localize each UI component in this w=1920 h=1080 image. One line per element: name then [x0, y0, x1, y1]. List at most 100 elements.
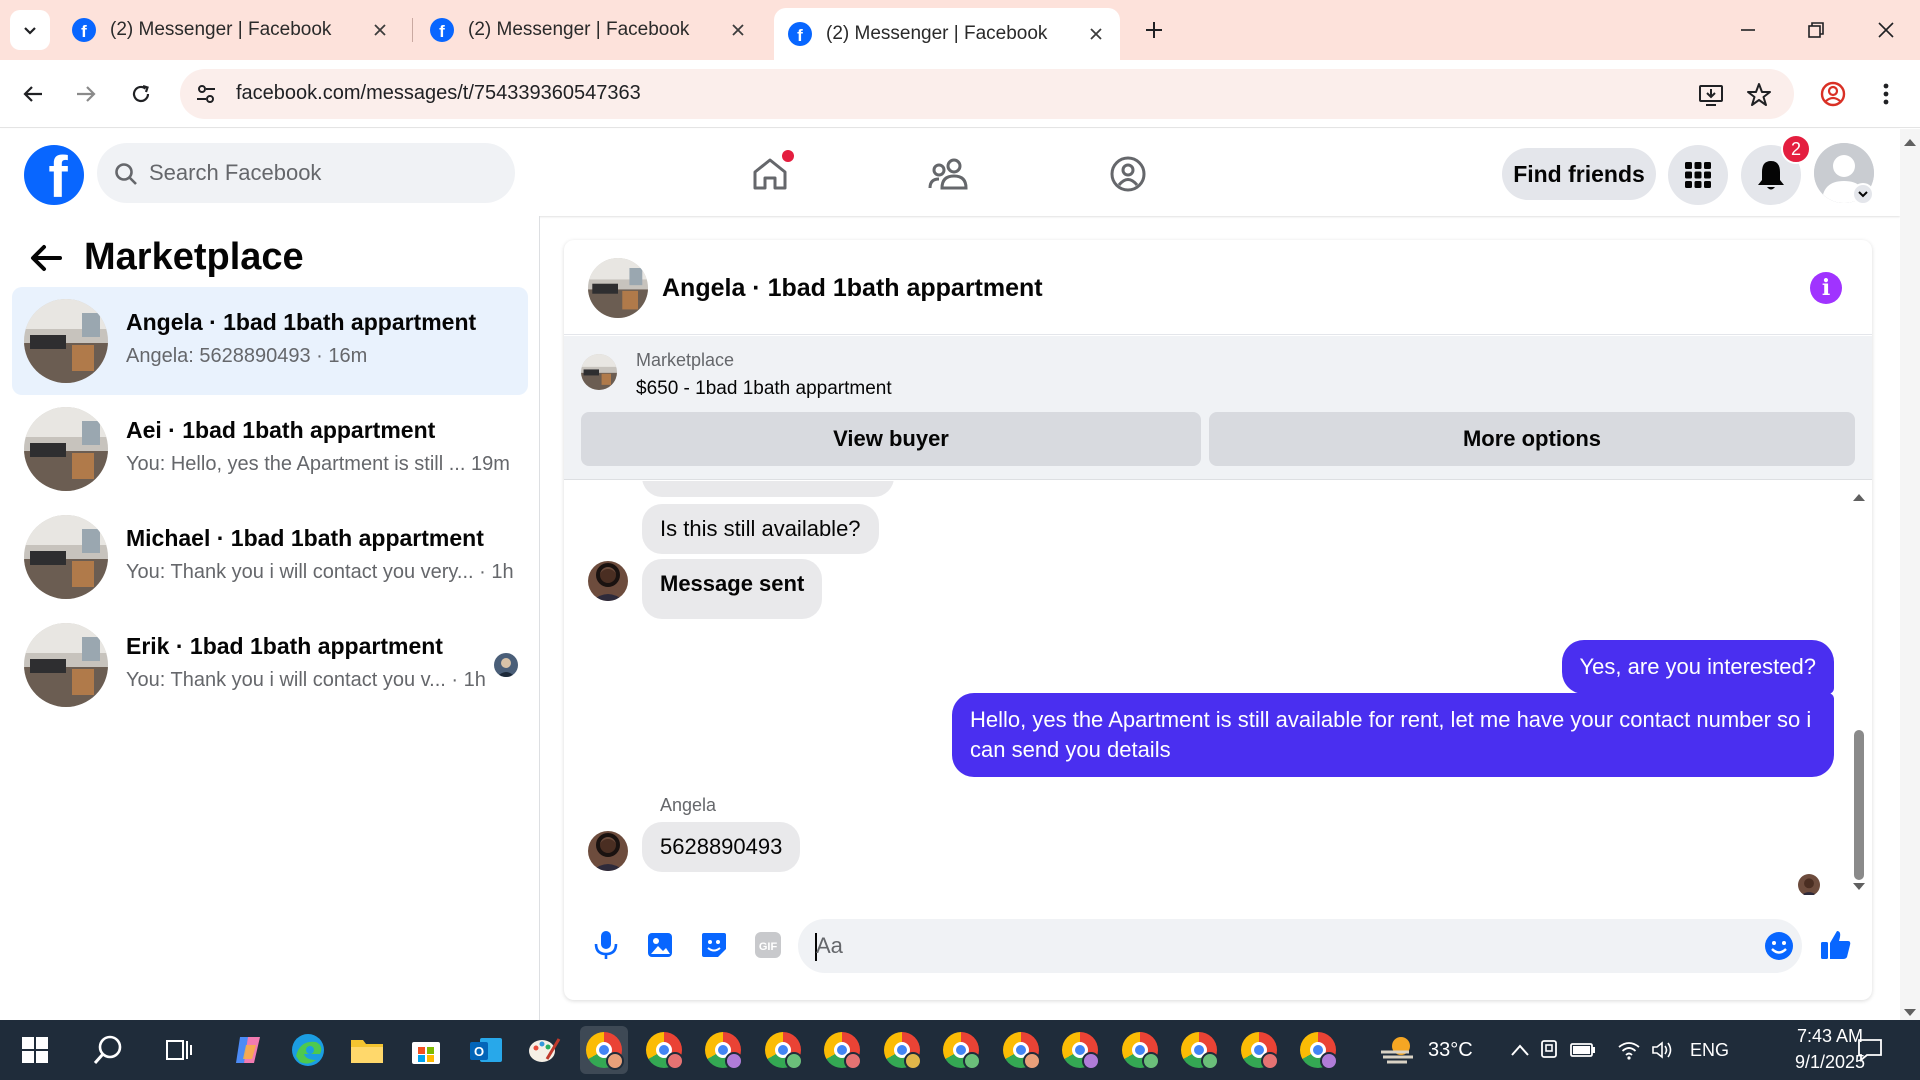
wifi-icon[interactable] [1612, 1026, 1646, 1074]
emoji-button[interactable] [1764, 931, 1794, 961]
tab-title: (2) Messenger | Facebook [468, 19, 690, 40]
more-options-button[interactable]: More options [1209, 412, 1855, 466]
browser-menu-icon[interactable] [1868, 76, 1904, 112]
conversation-info-icon[interactable]: i [1810, 272, 1842, 304]
chrome-taskbar-item-4[interactable] [759, 1026, 807, 1074]
outlook-app[interactable]: O [462, 1026, 510, 1074]
site-settings-icon[interactable] [194, 82, 218, 106]
chrome-taskbar-item-12[interactable] [1235, 1026, 1283, 1074]
browser-tab-1[interactable]: f (2) Messenger | Facebook [58, 8, 404, 52]
groups-icon [1110, 156, 1146, 192]
message-input[interactable] [816, 931, 1716, 961]
chrome-taskbar-item-9[interactable] [1056, 1026, 1104, 1074]
back-button[interactable] [15, 76, 51, 112]
close-window-button[interactable] [1866, 12, 1906, 48]
taskbar-search-button[interactable] [84, 1026, 132, 1074]
conversation-preview: Angela: 5628890493 · 16m [126, 345, 368, 367]
copilot-app[interactable] [225, 1026, 273, 1074]
meet-now-icon[interactable] [1532, 1026, 1566, 1074]
voice-clip-button[interactable] [588, 927, 624, 963]
gif-button[interactable]: GIF [750, 927, 786, 963]
friends-icon [928, 158, 968, 190]
tab-search-button[interactable] [10, 10, 50, 50]
chrome-taskbar-item-1[interactable] [580, 1026, 628, 1074]
sticker-icon [702, 933, 726, 957]
attach-photo-button[interactable] [642, 927, 678, 963]
back-button[interactable] [24, 236, 68, 280]
browser-tab-2[interactable]: f (2) Messenger | Facebook [416, 8, 762, 52]
input-language-indicator[interactable]: ENG [1690, 1040, 1729, 1061]
page-scrollbar[interactable] [1900, 129, 1920, 1020]
chrome-taskbar-item-6[interactable] [878, 1026, 926, 1074]
conversation-name: Aei · 1bad 1bath appartment [126, 417, 436, 443]
start-button[interactable] [11, 1026, 59, 1074]
forward-button[interactable] [68, 76, 104, 112]
sticker-button[interactable] [696, 927, 732, 963]
conversation-item-erik[interactable]: Erik · 1bad 1bath appartment You: Thank … [12, 611, 528, 719]
new-tab-button[interactable] [1138, 14, 1170, 46]
conversation-item-angela[interactable]: Angela · 1bad 1bath appartment Angela: 5… [12, 287, 528, 395]
install-app-icon[interactable] [1698, 82, 1724, 108]
conversation-item-michael[interactable]: Michael · 1bad 1bath appartment You: Tha… [12, 503, 528, 611]
profile-badge [1082, 1052, 1100, 1070]
tab-close-button[interactable] [728, 20, 748, 40]
reload-button[interactable] [123, 76, 159, 112]
conversation-item-aei[interactable]: Aei · 1bad 1bath appartment You: Hello, … [12, 395, 528, 503]
chrome-taskbar-item-2[interactable] [640, 1026, 688, 1074]
tab-close-button[interactable] [1086, 24, 1106, 44]
chrome-taskbar-item-8[interactable] [997, 1026, 1045, 1074]
listing-thumbnail[interactable] [588, 258, 648, 318]
chrome-taskbar-item-10[interactable] [1116, 1026, 1164, 1074]
chrome-profile-icon[interactable] [1815, 76, 1851, 112]
conversation-preview: You: Hello, yes the Apartment is still .… [126, 453, 510, 475]
groups-nav-button[interactable] [1098, 149, 1158, 199]
restore-window-button[interactable] [1796, 12, 1836, 48]
chevron-down-icon [24, 27, 36, 35]
listing-thumbnail [24, 299, 108, 383]
smiley-icon [1765, 932, 1793, 960]
edge-app[interactable] [284, 1026, 332, 1074]
chrome-taskbar-item-3[interactable] [699, 1026, 747, 1074]
paint-app[interactable] [520, 1026, 568, 1074]
message-composer: GIF [564, 905, 1872, 1000]
conversation-name: Angela · 1bad 1bath appartment [126, 309, 477, 335]
chrome-taskbar-item-11[interactable] [1175, 1026, 1223, 1074]
bell-icon [1758, 161, 1784, 190]
plus-icon [1146, 22, 1162, 38]
facebook-search-input[interactable] [149, 155, 489, 191]
weather-temperature[interactable]: 33°C [1428, 1039, 1473, 1062]
thread-scrollbar-thumb[interactable] [1854, 730, 1864, 880]
address-bar[interactable]: facebook.com/messages/t/754339360547363 [180, 69, 1794, 119]
task-view-button[interactable] [155, 1026, 203, 1074]
find-friends-button[interactable]: Find friends [1502, 148, 1656, 200]
menu-button[interactable] [1668, 145, 1728, 205]
chrome-taskbar-item-7[interactable] [937, 1026, 985, 1074]
facebook-logo-icon[interactable]: f [24, 145, 84, 205]
contact-avatar [588, 561, 628, 601]
read-receipt-avatar [1798, 874, 1820, 895]
weather-widget-icon[interactable] [1374, 1026, 1422, 1074]
account-menu-button[interactable] [1852, 183, 1874, 205]
marketplace-inbox-sidebar: Marketplace Angela · 1bad 1bath appartme… [0, 216, 540, 1020]
browser-tab-3-active[interactable]: f (2) Messenger | Facebook [774, 8, 1120, 60]
notification-center-button[interactable] [1846, 1026, 1894, 1074]
chrome-taskbar-item-13[interactable] [1294, 1026, 1342, 1074]
volume-icon[interactable] [1646, 1026, 1680, 1074]
microphone-icon [594, 931, 618, 959]
facebook-search-box[interactable] [97, 143, 515, 203]
contact-avatar [588, 831, 628, 871]
friends-nav-button[interactable] [918, 149, 978, 199]
bookmark-star-icon[interactable] [1746, 82, 1772, 108]
file-explorer-app[interactable] [343, 1026, 391, 1074]
tab-title: (2) Messenger | Facebook [826, 23, 1048, 44]
minimize-window-button[interactable] [1728, 12, 1768, 48]
close-icon [1090, 28, 1102, 40]
chrome-taskbar-item-5[interactable] [818, 1026, 866, 1074]
facebook-top-nav: f Find friends [0, 129, 1900, 216]
tab-close-button[interactable] [370, 20, 390, 40]
view-buyer-button[interactable]: View buyer [581, 412, 1201, 466]
message-input-box[interactable] [798, 919, 1802, 973]
send-like-button[interactable] [1818, 927, 1854, 963]
battery-icon[interactable] [1566, 1026, 1600, 1074]
microsoft-store-app[interactable] [402, 1026, 450, 1074]
